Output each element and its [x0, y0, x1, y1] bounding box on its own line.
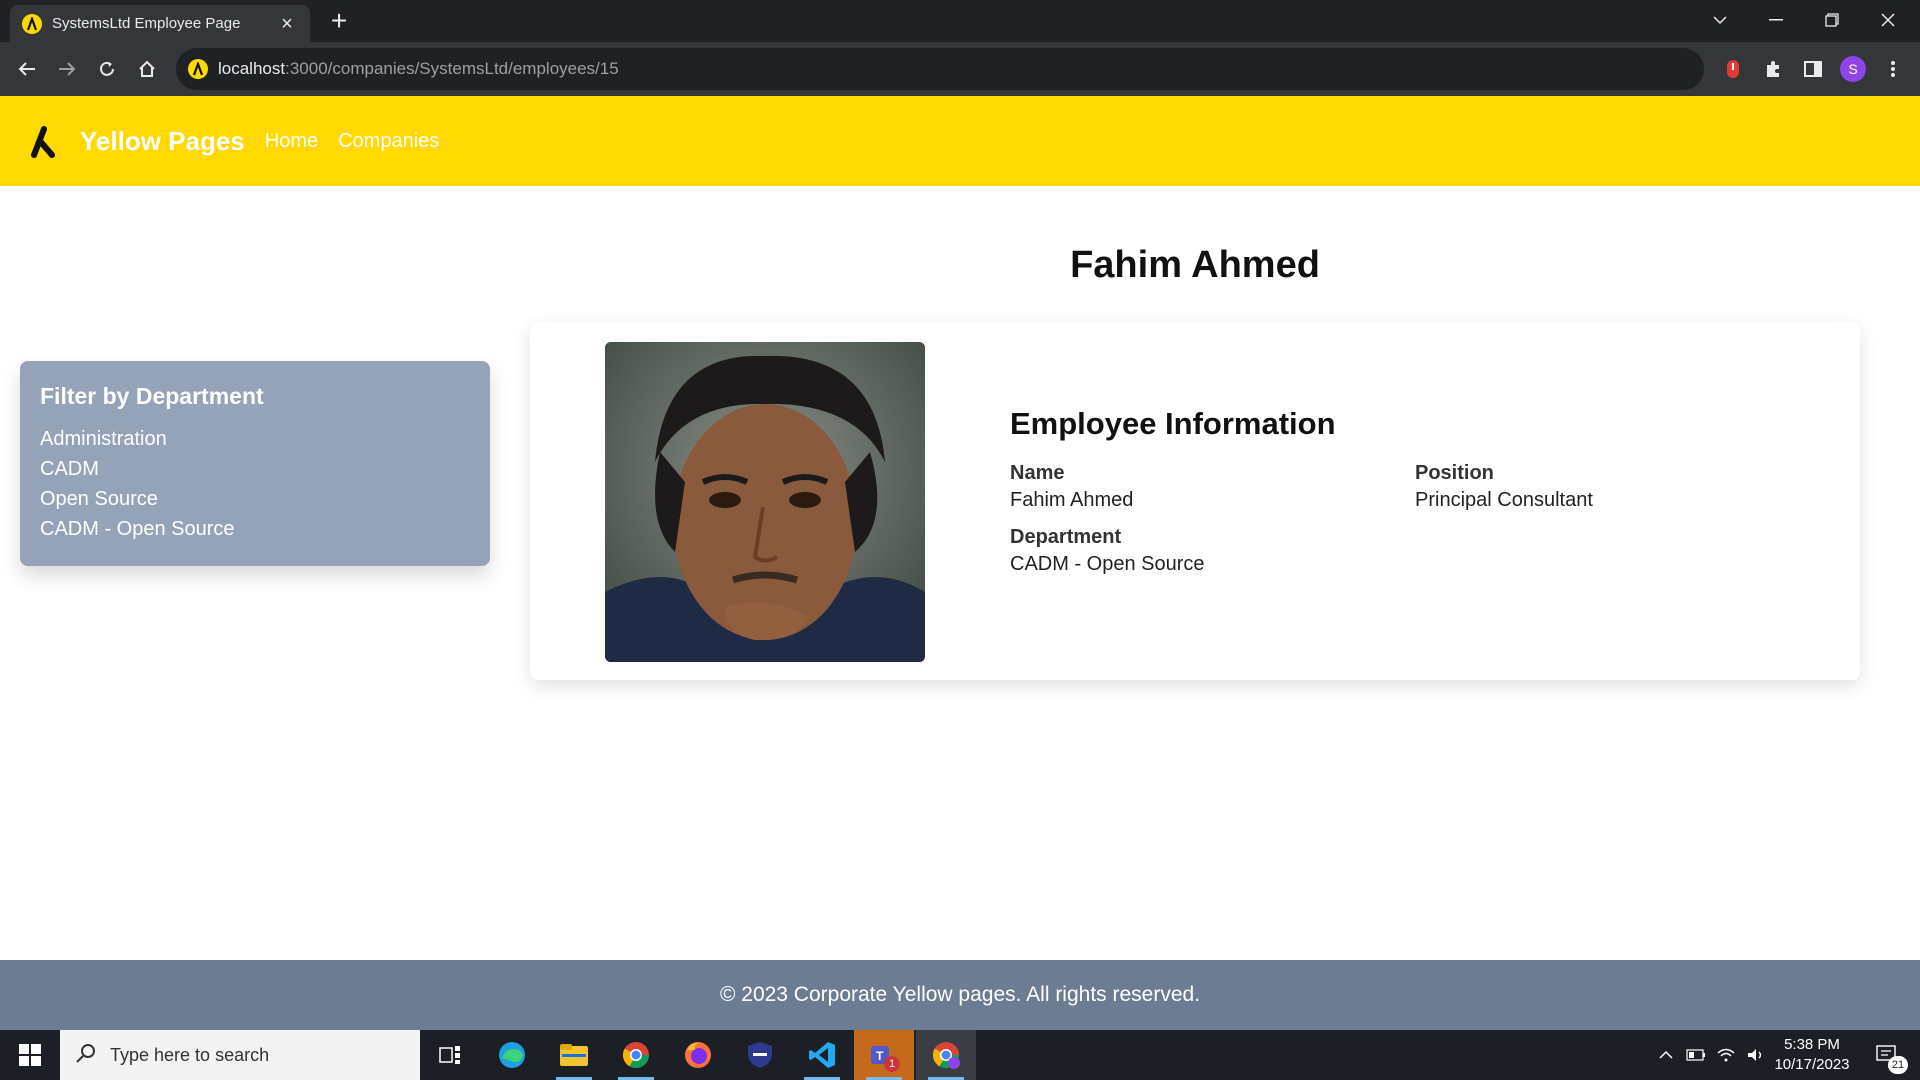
back-arrow-icon[interactable] — [12, 54, 42, 84]
site-favicon-icon — [188, 59, 208, 79]
name-value: Fahim Ahmed — [1010, 489, 1134, 511]
brand-link[interactable]: Yellow Pages — [80, 126, 245, 157]
position-label: Position — [1415, 462, 1494, 484]
department-value: CADM - Open Source — [1010, 553, 1205, 575]
site-footer: © 2023 Corporate Yellow pages. All right… — [0, 960, 1920, 1030]
filter-item-administration[interactable]: Administration — [40, 424, 470, 454]
teams-icon[interactable]: T 1 — [854, 1030, 914, 1080]
close-window-button[interactable] — [1860, 0, 1916, 40]
edge-browser-icon[interactable] — [482, 1030, 542, 1080]
url-host: localhost — [218, 59, 286, 78]
home-icon[interactable] — [132, 54, 162, 84]
name-label: Name — [1010, 462, 1065, 484]
tab-search-icon[interactable] — [1692, 0, 1748, 40]
employee-info: Employee Information Name Fahim Ahmed Po… — [1010, 406, 1830, 576]
browser-tab[interactable]: SystemsLtd Employee Page × — [10, 5, 310, 42]
tab-close-icon[interactable]: × — [276, 13, 298, 35]
site-header: Yellow Pages Home Companies — [0, 96, 1920, 186]
notification-center-icon[interactable]: 21 — [1862, 1030, 1912, 1080]
extensions-puzzle-icon[interactable] — [1758, 54, 1788, 84]
battery-icon[interactable] — [1682, 1030, 1710, 1080]
department-label: Department — [1010, 526, 1122, 548]
filter-item-open-source[interactable]: Open Source — [40, 484, 470, 514]
side-panel-icon[interactable] — [1798, 54, 1828, 84]
windows-start-icon[interactable] — [0, 1030, 60, 1080]
filter-item-cadm-open-source[interactable]: CADM - Open Source — [40, 514, 470, 544]
vscode-icon[interactable] — [792, 1030, 852, 1080]
teams-badge: 1 — [884, 1056, 900, 1072]
minimize-button[interactable] — [1748, 0, 1804, 40]
search-icon — [76, 1043, 96, 1068]
address-bar[interactable]: localhost:3000/companies/SystemsLtd/empl… — [176, 48, 1704, 90]
extension-red-icon[interactable] — [1718, 54, 1748, 84]
forward-arrow-icon[interactable] — [52, 54, 82, 84]
section-title: Employee Information — [1010, 406, 1336, 441]
browser-tab-bar: SystemsLtd Employee Page × + — [0, 0, 1920, 42]
filter-title: Filter by Department — [40, 383, 264, 409]
footer-copyright: © 2023 Corporate Yellow pages. All right… — [719, 983, 1201, 1006]
search-placeholder: Type here to search — [110, 1044, 270, 1065]
file-explorer-icon[interactable] — [544, 1030, 604, 1080]
tab-title: SystemsLtd Employee Page — [52, 15, 241, 32]
position-value: Principal Consultant — [1415, 489, 1593, 511]
taskbar-search-box[interactable]: Type here to search — [60, 1030, 420, 1080]
nav-home-link[interactable]: Home — [265, 130, 318, 153]
chevron-up-icon[interactable] — [1652, 1030, 1680, 1080]
profile-avatar[interactable]: S — [1838, 54, 1868, 84]
notification-count: 21 — [1888, 1056, 1908, 1074]
url-path: :3000/companies/SystemsLtd/employees/15 — [285, 59, 619, 78]
nav-companies-link[interactable]: Companies — [338, 130, 439, 153]
clock-time: 5:38 PM — [1784, 1036, 1840, 1053]
employee-card: Employee Information Name Fahim Ahmed Po… — [530, 322, 1860, 680]
chrome-icon[interactable] — [606, 1030, 666, 1080]
task-view-icon[interactable] — [420, 1030, 480, 1080]
chrome-profile-icon[interactable] — [916, 1030, 976, 1080]
page-title: Fahim Ahmed — [1070, 244, 1320, 286]
windows-taskbar: Type here to search T 1 5:38 PM 10/17/20… — [0, 1030, 1920, 1080]
clock-date: 10/17/2023 — [1774, 1056, 1850, 1073]
reload-icon[interactable] — [92, 54, 122, 84]
restore-button[interactable] — [1804, 0, 1860, 40]
department-filter-panel: Filter by Department Administration CADM… — [20, 361, 490, 566]
employee-photo — [605, 342, 925, 662]
wifi-icon[interactable] — [1712, 1030, 1740, 1080]
browser-toolbar: localhost:3000/companies/SystemsLtd/empl… — [0, 42, 1920, 96]
taskbar-clock[interactable]: 5:38 PM 10/17/2023 — [1762, 1035, 1862, 1075]
yellow-pages-logo-icon[interactable] — [20, 117, 68, 165]
yellow-pages-favicon-icon — [22, 13, 42, 34]
filter-item-cadm[interactable]: CADM — [40, 454, 470, 484]
firefox-icon[interactable] — [668, 1030, 728, 1080]
browser-menu-icon[interactable] — [1878, 54, 1908, 84]
new-tab-button[interactable]: + — [324, 6, 354, 36]
svg-text:T: T — [876, 1049, 884, 1063]
vpn-shield-icon[interactable] — [730, 1030, 790, 1080]
